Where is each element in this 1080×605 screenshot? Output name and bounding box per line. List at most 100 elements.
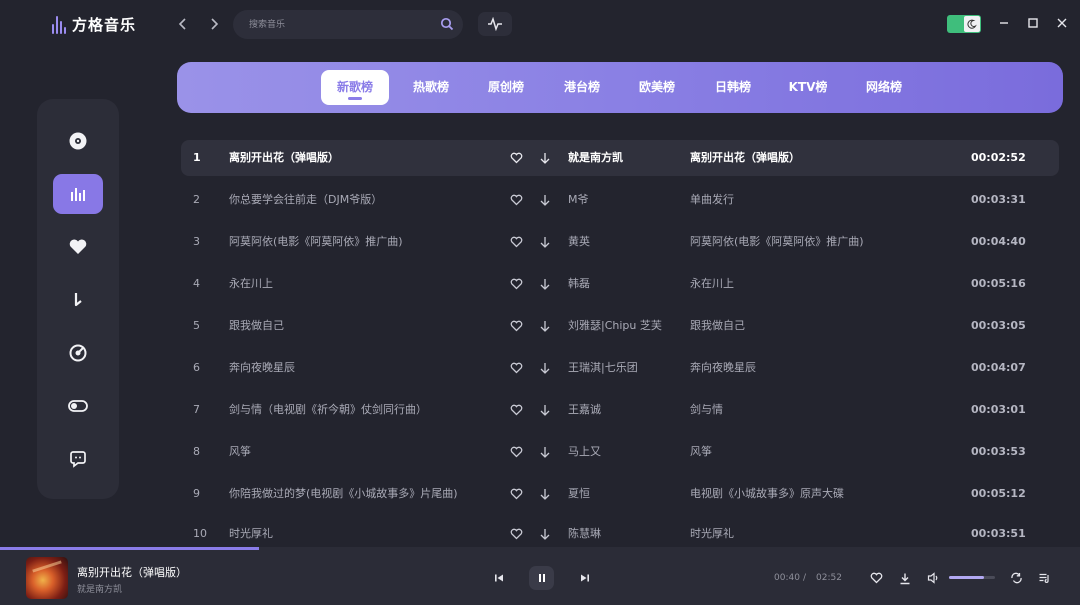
playlist-button[interactable] [1036,570,1052,586]
close-button[interactable] [1054,15,1070,31]
playback-progress-bar[interactable] [0,547,1080,550]
heart-outline-icon[interactable] [510,362,523,374]
download-arrow-icon[interactable] [539,193,551,207]
tab-new-songs[interactable]: 新歌榜 [321,70,389,105]
song-artist[interactable]: 就是南方凯 [568,140,678,176]
song-artist[interactable]: 陈慧琳 [568,516,678,546]
song-artist[interactable]: 王嘉诚 [568,392,678,428]
sidebar-item-charts[interactable] [53,174,103,214]
download-arrow-icon[interactable] [539,151,551,165]
song-album[interactable]: 离别开出花（弹唱版） [690,140,940,176]
song-title[interactable]: 剑与情（电视剧《祈今朝》仗剑同行曲） [229,392,499,428]
search-icon[interactable] [440,17,454,31]
heart-outline-icon[interactable] [510,488,523,500]
song-album[interactable]: 剑与情 [690,392,940,428]
sidebar-item-music[interactable] [53,280,103,320]
song-title[interactable]: 跟我做自己 [229,308,499,344]
heart-outline-icon[interactable] [510,194,523,206]
song-title[interactable]: 奔向夜晚星辰 [229,350,499,386]
song-album[interactable]: 阿莫阿依(电影《阿莫阿依》推广曲) [690,224,940,260]
sidebar-item-messages[interactable] [53,439,103,479]
download-arrow-icon[interactable] [539,487,551,501]
song-title[interactable]: 阿莫阿依(电影《阿莫阿依》推广曲) [229,224,499,260]
download-arrow-icon[interactable] [539,445,551,459]
table-row[interactable]: 10 时光厚礼 陈慧琳 时光厚礼 00:03:51 [181,516,1059,546]
heart-outline-icon[interactable] [510,320,523,332]
table-row[interactable]: 3 阿莫阿依(电影《阿莫阿依》推广曲) 黄英 阿莫阿依(电影《阿莫阿依》推广曲)… [181,224,1059,260]
song-title[interactable]: 永在川上 [229,266,499,302]
download-arrow-icon[interactable] [539,527,551,541]
heart-outline-icon[interactable] [510,446,523,458]
heart-outline-icon[interactable] [510,528,523,540]
sidebar-item-disc[interactable] [53,121,103,161]
song-title[interactable]: 你总要学会往前走（DJM爷版） [229,182,499,218]
album-cover[interactable] [26,557,68,599]
tab-western[interactable]: 欧美榜 [635,70,679,105]
forward-button[interactable] [205,15,223,33]
song-rank: 4 [193,277,200,290]
song-artist[interactable]: 王瑞淇|七乐团 [568,350,678,386]
song-album[interactable]: 风筝 [690,434,940,470]
song-artist[interactable]: 夏恒 [568,476,678,512]
table-row[interactable]: 4 永在川上 韩磊 永在川上 00:05:16 [181,266,1059,302]
song-album[interactable]: 电视剧《小城故事多》原声大碟 [690,476,940,512]
like-current-button[interactable] [868,570,884,586]
song-artist[interactable]: 韩磊 [568,266,678,302]
tab-jp-kr[interactable]: 日韩榜 [711,70,755,105]
maximize-button[interactable] [1025,15,1041,31]
search-input[interactable] [249,17,429,32]
heart-outline-icon[interactable] [510,404,523,416]
tab-hot-songs[interactable]: 热歌榜 [409,70,453,105]
heart-outline-icon[interactable] [510,236,523,248]
song-title[interactable]: 你陪我做过的梦(电视剧《小城故事多》片尾曲) [229,476,499,512]
heart-outline-icon[interactable] [510,152,523,164]
back-button[interactable] [174,15,192,33]
song-album[interactable]: 时光厚礼 [690,516,940,546]
table-row[interactable]: 6 奔向夜晚星辰 王瑞淇|七乐团 奔向夜晚星辰 00:04:07 [181,350,1059,386]
table-row[interactable]: 5 跟我做自己 刘雅瑟|Chipu 芝芙 跟我做自己 00:03:05 [181,308,1059,344]
download-arrow-icon[interactable] [539,361,551,375]
minimize-button[interactable] [996,15,1012,31]
table-row[interactable]: 7 剑与情（电视剧《祈今朝》仗剑同行曲） 王嘉诚 剑与情 00:03:01 [181,392,1059,428]
audio-wave-button[interactable] [478,12,512,36]
song-artist[interactable]: M爷 [568,182,678,218]
download-arrow-icon[interactable] [539,319,551,333]
table-row[interactable]: 1 离别开出花（弹唱版） 就是南方凯 离别开出花（弹唱版） 00:02:52 [181,140,1059,176]
tab-internet[interactable]: 网络榜 [862,70,906,105]
previous-button[interactable] [491,570,507,586]
sidebar-item-settings[interactable] [53,386,103,426]
tab-original[interactable]: 原创榜 [484,70,528,105]
sidebar-item-favorites[interactable] [53,227,103,267]
song-album[interactable]: 奔向夜晚星辰 [690,350,940,386]
volume-slider[interactable] [949,576,995,579]
chart-tabs: 新歌榜 热歌榜 原创榜 港台榜 欧美榜 日韩榜 KTV榜 网络榜 [177,62,1063,113]
heart-outline-icon[interactable] [510,278,523,290]
song-title[interactable]: 风筝 [229,434,499,470]
sidebar-item-radio[interactable] [53,333,103,373]
download-arrow-icon[interactable] [539,235,551,249]
song-artist[interactable]: 马上又 [568,434,678,470]
download-current-button[interactable] [897,570,913,586]
repeat-icon [1010,572,1022,584]
tab-hk-tw[interactable]: 港台榜 [560,70,604,105]
song-album[interactable]: 单曲发行 [690,182,940,218]
song-album[interactable]: 跟我做自己 [690,308,940,344]
table-row[interactable]: 2 你总要学会往前走（DJM爷版） M爷 单曲发行 00:03:31 [181,182,1059,218]
song-title[interactable]: 时光厚礼 [229,516,499,546]
theme-toggle[interactable] [947,15,981,33]
heart-outline-icon [870,572,882,584]
tab-ktv[interactable]: KTV榜 [786,70,830,105]
pause-button[interactable] [529,566,554,590]
repeat-button[interactable] [1008,570,1024,586]
table-row[interactable]: 9 你陪我做过的梦(电视剧《小城故事多》片尾曲) 夏恒 电视剧《小城故事多》原声… [181,476,1059,512]
download-arrow-icon[interactable] [539,403,551,417]
song-album[interactable]: 永在川上 [690,266,940,302]
song-artist[interactable]: 刘雅瑟|Chipu 芝芙 [568,308,678,344]
download-arrow-icon[interactable] [539,277,551,291]
next-button[interactable] [577,570,593,586]
table-row[interactable]: 8 风筝 马上又 风筝 00:03:53 [181,434,1059,470]
volume-button[interactable] [925,570,941,586]
song-artist[interactable]: 黄英 [568,224,678,260]
minimize-icon [1000,22,1008,24]
song-title[interactable]: 离别开出花（弹唱版） [229,140,499,176]
